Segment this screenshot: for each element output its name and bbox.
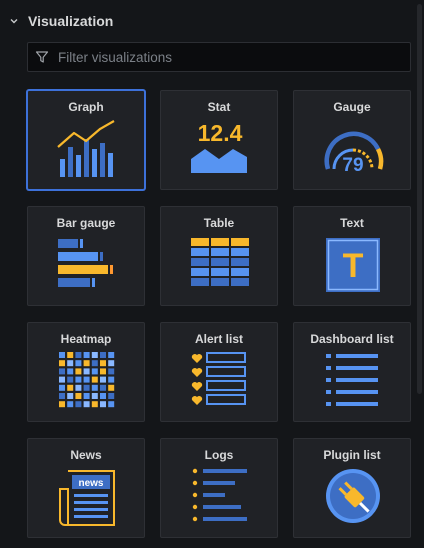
viz-card-stat[interactable]: Stat 12.4: [160, 90, 278, 190]
heatmap-icon: [59, 352, 115, 408]
gauge-icon: 79: [324, 131, 384, 176]
viz-card-graph[interactable]: Graph: [27, 90, 145, 190]
viz-card-label: Text: [340, 216, 364, 230]
text-glyph: T: [343, 247, 364, 285]
scrollbar[interactable]: [417, 4, 422, 394]
table-icon: [191, 238, 249, 286]
viz-card-label: Heatmap: [60, 332, 112, 346]
viz-card-label: Bar gauge: [56, 216, 116, 230]
viz-card-table[interactable]: Table: [160, 206, 278, 306]
news-icon: news: [59, 470, 115, 526]
viz-card-label: News: [70, 448, 102, 462]
viz-card-bar-gauge[interactable]: Bar gauge: [27, 206, 145, 306]
viz-card-label: Alert list: [194, 332, 243, 346]
text-icon: T: [326, 238, 380, 292]
viz-card-label: Table: [203, 216, 235, 230]
viz-card-dashboard-list[interactable]: Dashboard list: [293, 322, 411, 422]
viz-card-label: Stat: [207, 100, 231, 114]
viz-card-gauge[interactable]: Gauge 79: [293, 90, 411, 190]
viz-card-label: Logs: [204, 448, 234, 462]
filter-input[interactable]: [56, 48, 410, 66]
news-glyph: news: [78, 478, 103, 489]
viz-card-logs[interactable]: Logs: [160, 438, 278, 538]
dashboard-list-icon: [326, 354, 378, 406]
viz-card-label: Graph: [68, 100, 104, 114]
gauge-value: 79: [342, 155, 363, 176]
chevron-down-icon[interactable]: [6, 13, 22, 29]
section-title: Visualization: [28, 13, 114, 29]
section-header[interactable]: Visualization: [0, 8, 420, 34]
viz-card-heatmap[interactable]: Heatmap: [27, 322, 145, 422]
filter-box[interactable]: [27, 42, 411, 72]
bar-gauge-icon: [58, 239, 113, 287]
viz-card-plugin-list[interactable]: Plugin list: [293, 438, 411, 538]
visualization-picker: Visualization Graph Stat: [0, 0, 424, 548]
filter-icon: [35, 49, 51, 65]
plugin-list-icon: [326, 469, 380, 523]
visualization-grid: Graph Stat 12.4 Gauge 79 Bar gauge Table…: [27, 90, 411, 538]
stat-value: 12.4: [198, 120, 243, 146]
viz-card-label: Plugin list: [323, 448, 381, 462]
viz-card-label: Gauge: [333, 100, 371, 114]
logs-icon: [192, 468, 247, 522]
viz-card-news[interactable]: News news: [27, 438, 145, 538]
graph-icon: [57, 120, 115, 177]
viz-card-label: Dashboard list: [310, 332, 394, 346]
viz-card-alert-list[interactable]: Alert list: [160, 322, 278, 422]
alert-list-icon: [191, 352, 246, 405]
stat-icon: 12.4: [191, 120, 247, 173]
viz-card-text[interactable]: Text T: [293, 206, 411, 306]
